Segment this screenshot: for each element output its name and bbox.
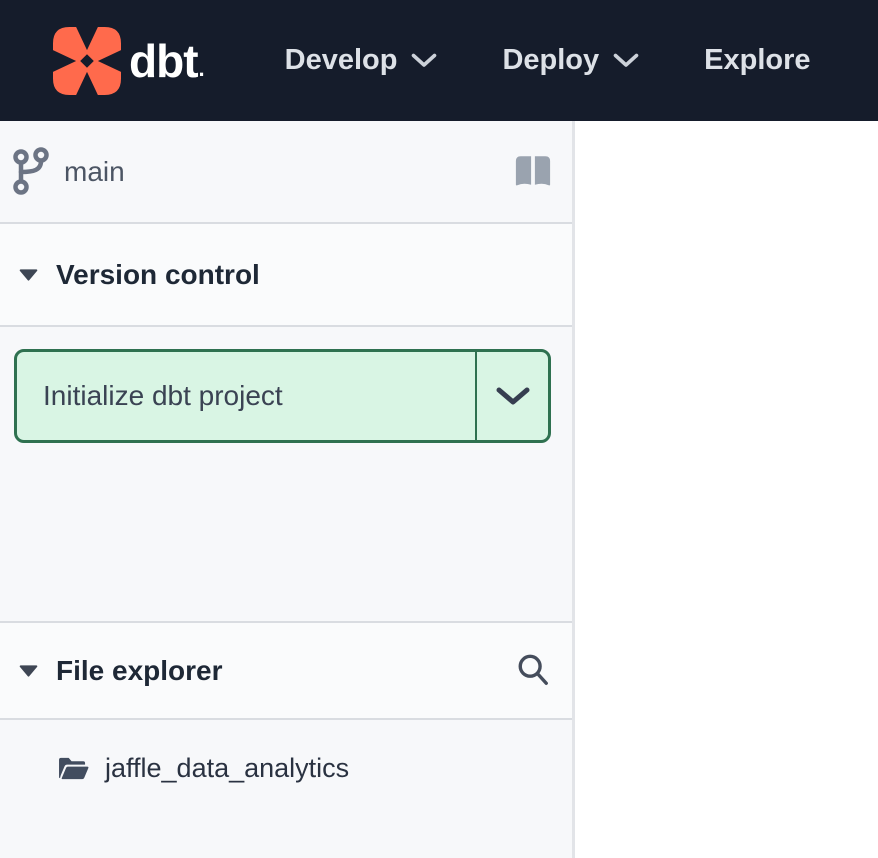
branch-row: main xyxy=(0,121,572,222)
brand-name: dbt xyxy=(129,34,198,88)
nav-explore-label: Explore xyxy=(704,44,810,77)
dbt-logo-icon xyxy=(53,26,121,96)
open-book-icon[interactable] xyxy=(514,154,552,189)
git-branch-icon xyxy=(12,146,50,198)
initialize-options-dropdown-button[interactable] xyxy=(475,352,548,440)
version-control-header[interactable]: Version control xyxy=(0,224,572,325)
file-explorer-title: File explorer xyxy=(56,655,223,687)
nav-develop[interactable]: Develop xyxy=(285,44,438,77)
initialize-dbt-project-label: Initialize dbt project xyxy=(43,380,283,412)
nav-explore[interactable]: Explore xyxy=(704,44,810,77)
file-explorer-panel: jaffle_data_analytics xyxy=(0,720,572,858)
editor-empty-area xyxy=(575,121,878,858)
top-navbar: dbt . Develop Deploy Explore xyxy=(0,0,878,121)
dbt-brand[interactable]: dbt . xyxy=(53,26,205,96)
open-folder-icon xyxy=(58,755,89,782)
current-branch-label: main xyxy=(64,156,125,188)
chevron-down-icon xyxy=(411,53,437,68)
version-control-title: Version control xyxy=(56,259,260,291)
chevron-down-icon xyxy=(613,53,639,68)
brand-trademark: . xyxy=(199,56,205,82)
version-control-panel: Initialize dbt project xyxy=(0,327,572,621)
search-icon[interactable] xyxy=(516,652,550,690)
caret-down-icon xyxy=(19,268,38,281)
caret-down-icon xyxy=(19,664,38,677)
folder-name-label: jaffle_data_analytics xyxy=(105,753,349,784)
file-explorer-header[interactable]: File explorer xyxy=(0,623,572,718)
initialize-split-button: Initialize dbt project xyxy=(14,349,551,443)
initialize-dbt-project-button[interactable]: Initialize dbt project xyxy=(17,352,475,440)
file-tree-item-folder[interactable]: jaffle_data_analytics xyxy=(0,748,572,788)
ide-sidebar: main Version control Initialize dbt proj… xyxy=(0,121,572,858)
nav-develop-label: Develop xyxy=(285,44,398,77)
chevron-down-icon xyxy=(496,387,530,406)
nav-deploy[interactable]: Deploy xyxy=(502,44,639,77)
nav-deploy-label: Deploy xyxy=(502,44,599,77)
